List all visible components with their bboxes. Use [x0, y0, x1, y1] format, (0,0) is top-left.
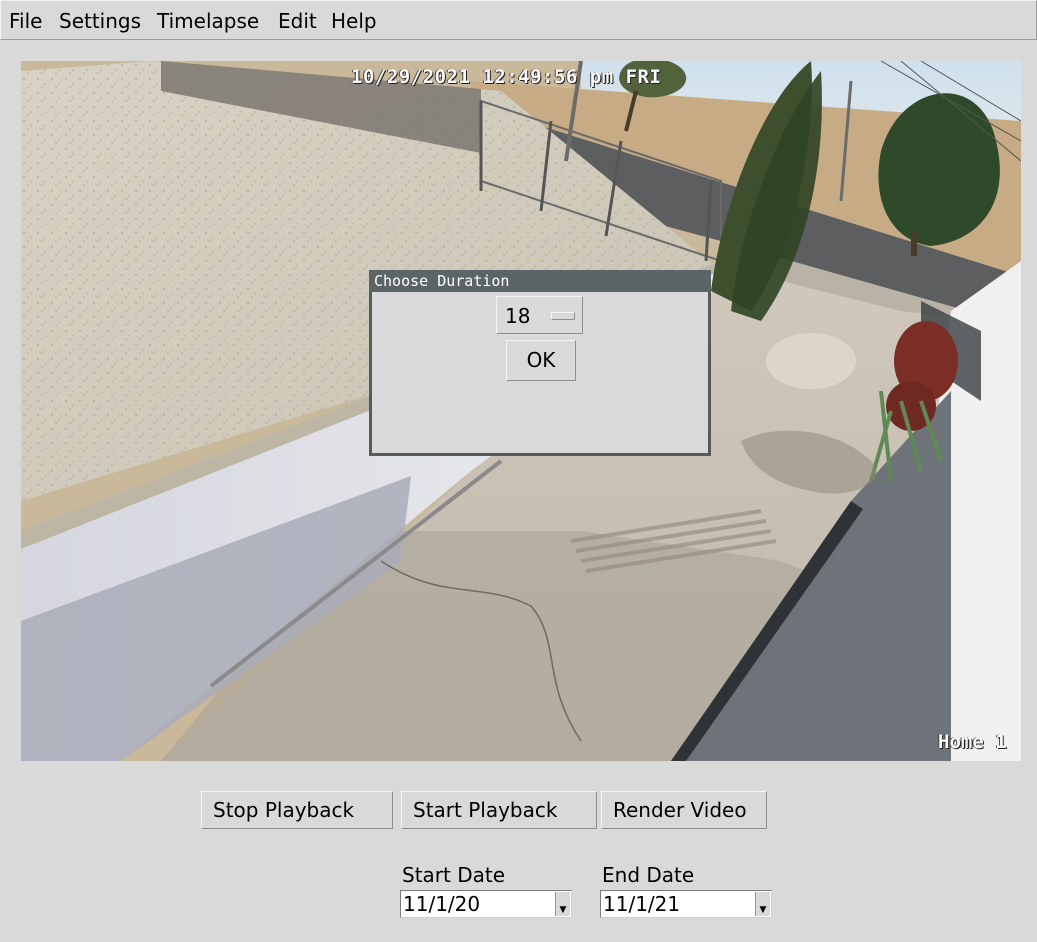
menu-file[interactable]: File	[9, 9, 42, 33]
menu-edit[interactable]: Edit	[278, 9, 317, 33]
ok-button[interactable]: OK	[506, 340, 576, 381]
menu-help[interactable]: Help	[331, 9, 377, 33]
start-date-field[interactable]: 11/1/20 ▼	[400, 890, 572, 918]
camera-timestamp: 10/29/2021 12:49:56 pm FRI	[351, 66, 662, 88]
menu-timelapse[interactable]: Timelapse	[157, 9, 259, 33]
duration-option-menu[interactable]: 18	[496, 296, 583, 334]
start-date-value: 11/1/20	[403, 892, 481, 916]
menu-bar: File Settings Timelapse Edit Help	[0, 0, 1037, 40]
dropdown-arrow-icon[interactable]: ▼	[555, 892, 570, 916]
duration-value: 18	[505, 304, 531, 328]
start-playback-button[interactable]: Start Playback	[401, 791, 597, 829]
choose-duration-dialog: Choose Duration 18 OK	[369, 270, 711, 456]
render-video-button[interactable]: Render Video	[601, 791, 767, 829]
menu-settings[interactable]: Settings	[59, 9, 141, 33]
end-date-label: End Date	[602, 863, 695, 887]
dialog-title[interactable]: Choose Duration	[369, 270, 711, 292]
end-date-field[interactable]: 11/1/21 ▼	[600, 890, 772, 918]
stop-playback-button[interactable]: Stop Playback	[201, 791, 393, 829]
start-date-label: Start Date	[402, 863, 506, 887]
dropdown-arrow-icon[interactable]: ▼	[755, 892, 770, 916]
option-menu-indicator-icon	[551, 312, 575, 320]
camera-channel-label: Home 1	[938, 731, 1007, 753]
end-date-value: 11/1/21	[603, 892, 681, 916]
